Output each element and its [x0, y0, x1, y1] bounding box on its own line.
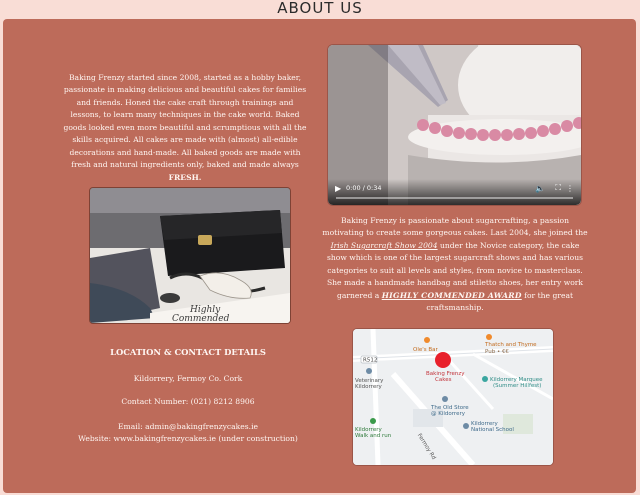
- about-panel: Baking Frenzy started since 2008, starte…: [3, 19, 636, 493]
- location-map[interactable]: Ole's Bar Thatch and Thyme Pub • €€ R512…: [353, 329, 553, 465]
- more-options-icon[interactable]: ⋮: [566, 184, 574, 193]
- video-progress-bar[interactable]: [336, 197, 573, 199]
- walk-pin-icon: [370, 418, 376, 424]
- card-text-commended: Commended: [172, 314, 230, 323]
- store-pin-icon: [442, 396, 448, 402]
- map-label-oles-bar: Ole's Bar: [413, 347, 439, 353]
- contact-heading: LOCATION & CONTACT DETAILS: [110, 347, 266, 357]
- location-marker-icon[interactable]: [435, 352, 451, 368]
- fullscreen-icon[interactable]: ⛶: [555, 183, 561, 193]
- about-paragraph-sugarcraft: Baking Frenzy is passionate about sugarc…: [321, 215, 589, 315]
- map-label-vet2: Kildorrery: [355, 384, 382, 390]
- pub-pin-icon: [486, 334, 492, 340]
- map-label-thatch-sub: Pub • €€: [485, 349, 509, 355]
- play-icon[interactable]: ▶: [335, 184, 341, 193]
- vet-pin-icon: [366, 368, 372, 374]
- map-label-thatch: Thatch and Thyme: [484, 342, 537, 348]
- irish-sugarcraft-show-link[interactable]: Irish Sugarcraft Show 2004: [331, 241, 438, 250]
- map-canvas: Ole's Bar Thatch and Thyme Pub • €€ R512…: [353, 329, 553, 465]
- video-controls: ▶ 0:00 / 0:34 🔈 ⛶ ⋮: [328, 179, 581, 205]
- contact-website[interactable]: Website: www.bakingfrenzycakes.ie (under…: [63, 434, 313, 443]
- contact-phone: Contact Number: (021) 8212 8906: [121, 397, 255, 406]
- handbag-shoes-photo: Highly Commended: [90, 188, 290, 323]
- bar-pin-icon: [424, 337, 430, 343]
- handbag-cake-image: Highly Commended: [90, 188, 290, 323]
- map-label-old-store2: @ Kildorrery: [431, 411, 466, 417]
- map-label-cakes: Cakes: [435, 377, 452, 383]
- map-label-school2: National School: [471, 427, 514, 433]
- contact-address: Kildorrery, Fermoy Co. Cork: [133, 374, 243, 383]
- video-time: 0:00 / 0:34: [346, 184, 382, 192]
- about-paragraph-history: Baking Frenzy started since 2008, starte…: [61, 72, 309, 185]
- sugarcraft-text-a: Baking Frenzy is passionate about sugarc…: [322, 215, 588, 238]
- map-label-walk2: Walk and run: [355, 433, 392, 439]
- school-pin-icon: [463, 423, 469, 429]
- map-label-marquee2: (Summer Hillfest): [493, 383, 541, 389]
- contact-email[interactable]: Email: admin@bakingfrenzycakes.ie: [63, 422, 313, 431]
- cake-video-player[interactable]: ▶ 0:00 / 0:34 🔈 ⛶ ⋮: [328, 45, 581, 205]
- map-label-road-code: R512: [363, 358, 377, 364]
- page-title: ABOUT US: [277, 0, 363, 17]
- page-header: ABOUT US: [0, 0, 640, 19]
- award-emphasis: HIGHLY COMMENDED AWARD: [381, 290, 522, 300]
- history-text: Baking Frenzy started since 2008, starte…: [63, 72, 307, 170]
- volume-icon[interactable]: 🔈: [535, 184, 545, 193]
- marquee-pin-icon: [482, 376, 488, 382]
- fresh-emphasis: FRESH.: [168, 172, 202, 182]
